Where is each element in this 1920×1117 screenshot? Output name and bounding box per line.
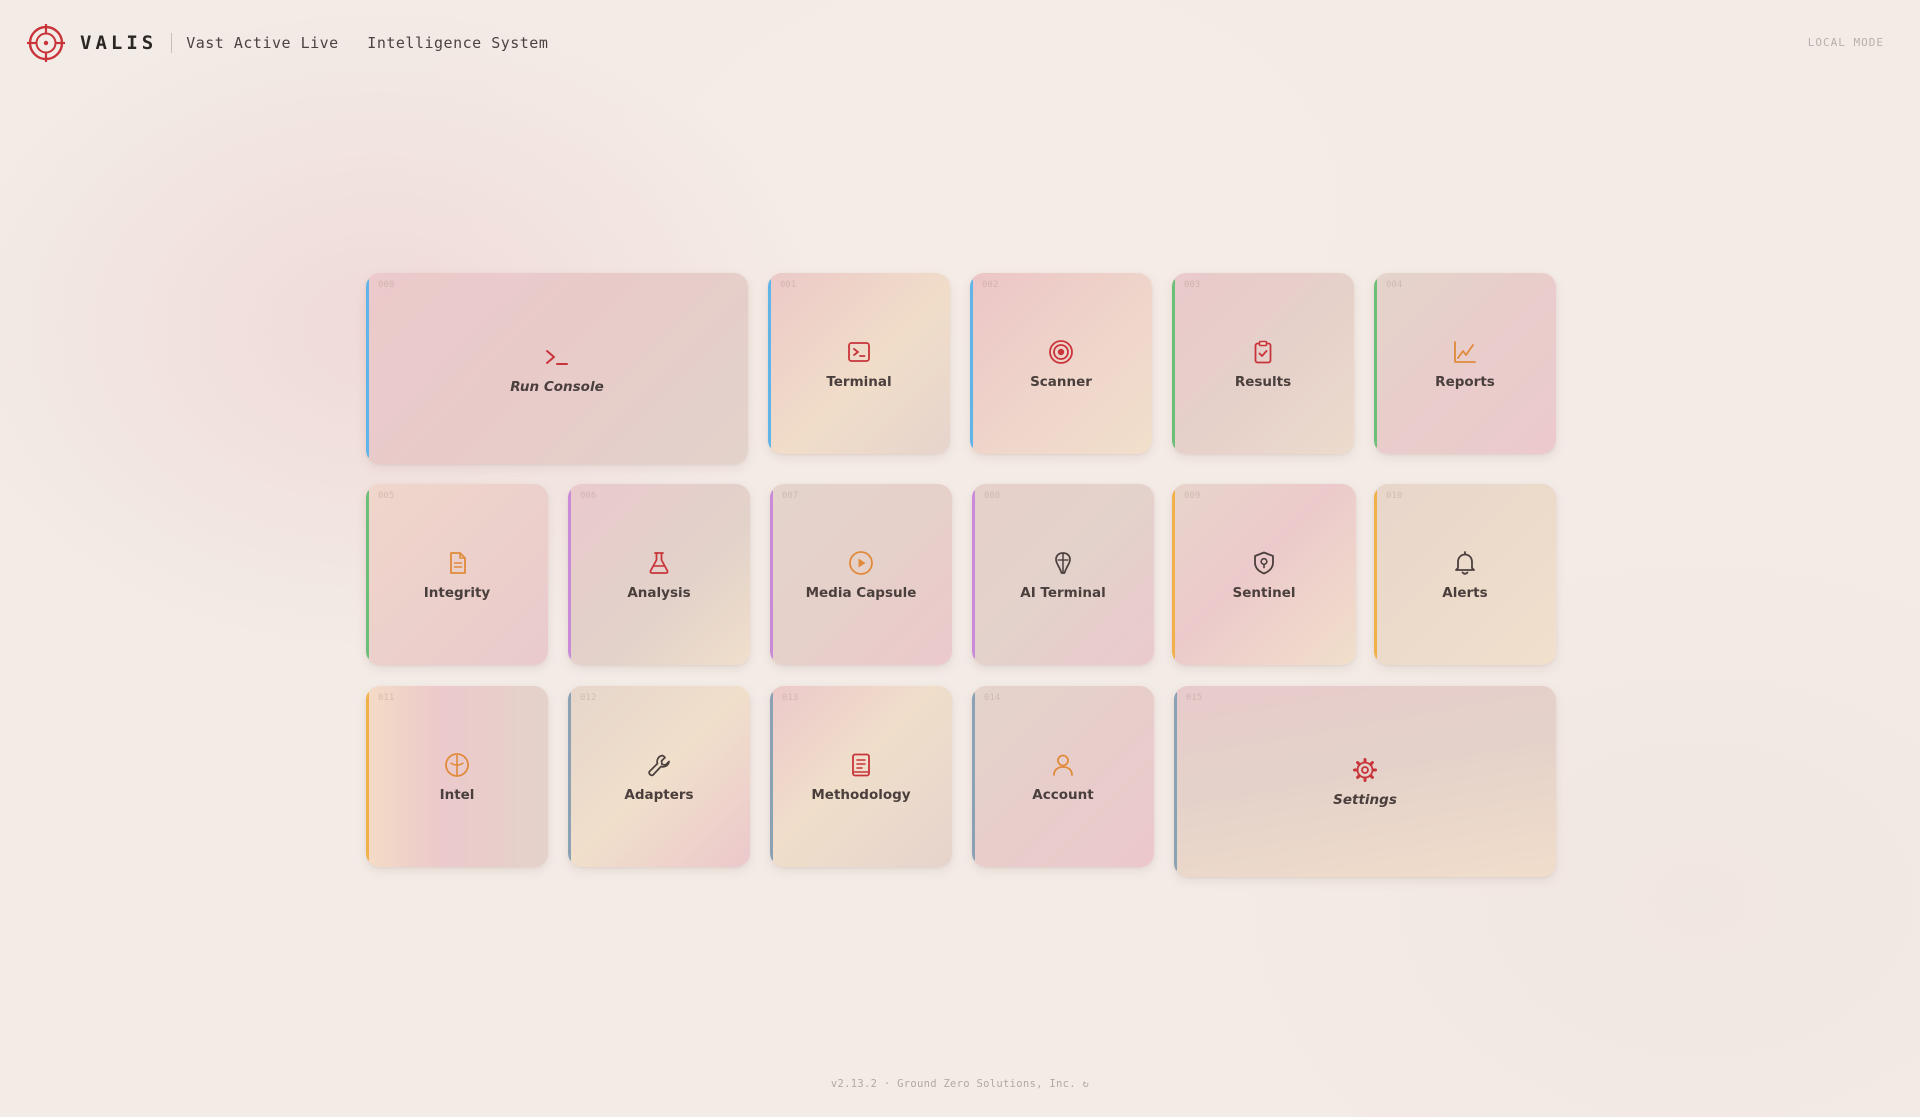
tile-analysis[interactable]: 006 Analysis <box>568 484 750 665</box>
header-divider <box>171 33 173 53</box>
tile-account[interactable]: 014 Account <box>972 686 1154 867</box>
target-icon <box>1049 339 1073 364</box>
bell-icon <box>1455 550 1475 575</box>
version-footer: v2.13.2 · Ground Zero Solutions, Inc. ↻ <box>830 1078 1090 1090</box>
terminal-window-icon <box>848 341 870 362</box>
mode-indicator: LOCAL MODE <box>1807 36 1884 49</box>
tile-media-capsule[interactable]: 007 Media Capsule <box>770 484 952 665</box>
tile-label: Media Capsule <box>805 584 917 601</box>
brand-tagline: Vast Active Live Intelligence System <box>186 34 549 52</box>
tile-label: Sentinel <box>1232 584 1296 601</box>
tile-alerts[interactable]: 010 Alerts <box>1374 484 1556 665</box>
shield-icon <box>1254 551 1274 574</box>
brand-name: VALIS <box>80 32 158 54</box>
tile-label: Results <box>1234 373 1292 390</box>
crosshair-icon[interactable] <box>26 23 66 63</box>
flask-icon <box>649 551 669 574</box>
tile-terminal[interactable]: 001 Terminal <box>768 273 950 454</box>
intel-compass-icon <box>445 752 469 777</box>
tile-label: Methodology <box>811 786 911 803</box>
tile-scanner[interactable]: 002 Scanner <box>970 273 1152 454</box>
tile-label: Account <box>1032 786 1094 803</box>
tile-results[interactable]: 003 Results <box>1172 273 1354 454</box>
tile-label: AI Terminal <box>1020 584 1106 601</box>
play-circle-icon <box>849 550 873 575</box>
tile-run-console[interactable]: 000 Run Console <box>366 273 748 464</box>
tile-label: Terminal <box>826 373 892 390</box>
tile-intel[interactable]: 011 Intel <box>366 686 548 867</box>
tile-label: Adapters <box>624 786 694 803</box>
book-icon <box>852 753 870 776</box>
tile-sentinel[interactable]: 009 Sentinel <box>1172 484 1356 665</box>
tile-label: Integrity <box>423 584 491 601</box>
tile-label: Alerts <box>1442 584 1488 601</box>
tile-ai-terminal[interactable]: 008 AI Terminal <box>972 484 1154 665</box>
ai-brain-icon <box>1055 551 1071 574</box>
tile-label: Analysis <box>627 584 691 601</box>
tile-label: Scanner <box>1030 373 1092 390</box>
document-icon <box>450 551 466 574</box>
tile-label: Run Console <box>510 378 604 395</box>
gear-icon <box>1353 757 1377 782</box>
line-chart-icon <box>1454 340 1476 363</box>
tile-reports[interactable]: 004 Reports <box>1374 273 1556 454</box>
tile-integrity[interactable]: 005 Integrity <box>366 484 548 665</box>
terminal-prompt-icon <box>546 349 568 365</box>
user-icon <box>1053 754 1073 776</box>
app-header: VALIS Vast Active Live Intelligence Syst… <box>26 22 548 64</box>
tile-label: Settings <box>1333 791 1397 808</box>
tile-adapters[interactable]: 012 Adapters <box>568 686 750 867</box>
tile-settings[interactable]: 015 Settings <box>1174 686 1556 877</box>
tile-label: Reports <box>1435 373 1495 390</box>
tile-methodology[interactable]: 013 Methodology <box>770 686 952 867</box>
tile-label: Intel <box>439 786 475 803</box>
wrench-icon <box>648 754 670 776</box>
clipboard-check-icon <box>1254 340 1272 363</box>
